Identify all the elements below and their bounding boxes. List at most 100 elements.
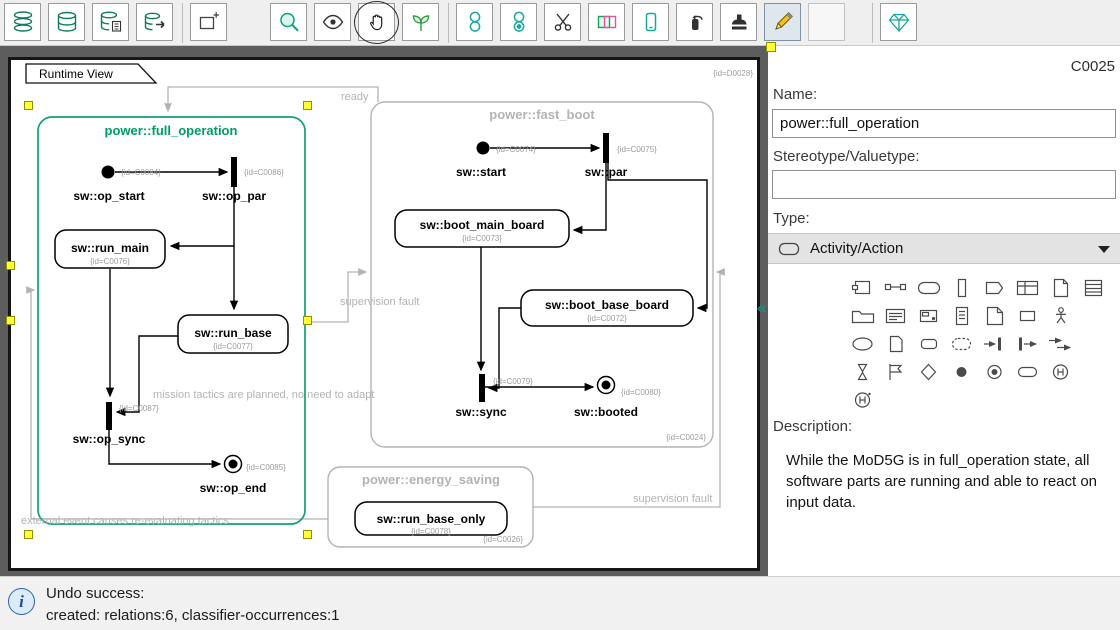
fork-transition-icon[interactable]: [1013, 332, 1043, 356]
name-input[interactable]: [772, 109, 1116, 138]
node-label: sw::op_start: [73, 189, 144, 203]
db-layers-2-button[interactable]: [48, 3, 85, 41]
gem-button[interactable]: [880, 3, 917, 41]
palette-row: [848, 360, 1079, 384]
fork-bar-par[interactable]: [603, 133, 609, 163]
state-title: power::fast_boot: [489, 107, 595, 122]
cut-button[interactable]: [544, 3, 581, 41]
node-label: sw::run_base: [194, 326, 272, 340]
rounded-state-icon[interactable]: [1013, 360, 1043, 384]
frame-icon[interactable]: [848, 276, 878, 300]
db-save-button[interactable]: [92, 3, 129, 41]
initial-node-start[interactable]: [477, 142, 490, 155]
palette-row: [848, 304, 1079, 328]
hourglass-outline-button[interactable]: [456, 3, 493, 41]
stereotype-input[interactable]: [772, 170, 1116, 199]
overlay-rects-icon: [595, 10, 619, 34]
overlay-rects-button[interactable]: [588, 3, 625, 41]
selection-handle[interactable]: [24, 530, 33, 539]
info-icon: i: [8, 588, 35, 615]
join-bar-op-sync[interactable]: [106, 402, 112, 430]
list-icon[interactable]: [1079, 276, 1109, 300]
ellipse-icon[interactable]: [848, 332, 878, 356]
new-frame-button[interactable]: [190, 3, 227, 41]
node-label: sw::run_base_only: [377, 512, 486, 526]
id-label: {id=D0028}: [713, 69, 753, 78]
signal-icon[interactable]: [980, 276, 1010, 300]
mobile-device-button[interactable]: [632, 3, 669, 41]
mobile-device-icon: [639, 10, 663, 34]
hourglass-shape-icon[interactable]: [848, 360, 878, 384]
double-transition-icon[interactable]: [1046, 332, 1076, 356]
properties-panel: C0025 Name: Stereotype/Valuetype: Type: …: [768, 46, 1120, 576]
db-export-button[interactable]: [136, 3, 173, 41]
db-export-icon: [143, 10, 167, 34]
node-label: sw::booted: [574, 405, 638, 419]
empty-slot-button[interactable]: [808, 3, 845, 41]
view-tab[interactable]: Runtime View: [25, 63, 165, 84]
status-bar: i Undo success: created: relations:6, cl…: [0, 576, 1120, 630]
document-icon[interactable]: [947, 304, 977, 328]
join-bar-sync[interactable]: [479, 374, 485, 402]
db-layers-icon: [11, 10, 35, 34]
initial-node-icon[interactable]: [947, 360, 977, 384]
action-icon[interactable]: [914, 332, 944, 356]
seedling-button[interactable]: [402, 3, 439, 41]
table-icon[interactable]: [1013, 276, 1043, 300]
type-dropdown[interactable]: Activity/Action: [768, 233, 1120, 264]
labeled-box-icon[interactable]: [914, 304, 944, 328]
panel-collapse-icon[interactable]: «: [757, 298, 766, 318]
hourglass-alt-button[interactable]: [500, 3, 537, 41]
description-text[interactable]: While the MoD5G is in full_operation sta…: [786, 450, 1108, 513]
pan-button[interactable]: [358, 3, 395, 41]
node-label: sw::par: [585, 165, 628, 179]
final-node-op-end-dot: [229, 460, 238, 469]
fork-bar-op-par[interactable]: [231, 157, 237, 187]
folder-icon[interactable]: [848, 304, 878, 328]
visibility-button[interactable]: [314, 3, 351, 41]
stamp-button[interactable]: [720, 3, 757, 41]
id-label: {id=C0026}: [483, 535, 523, 544]
node-label: sw::op_par: [202, 189, 266, 203]
note-icon[interactable]: [980, 304, 1010, 328]
selection-handle[interactable]: [24, 101, 33, 110]
zoom-button[interactable]: [270, 3, 307, 41]
selection-handle[interactable]: [303, 316, 312, 325]
connector-icon[interactable]: [881, 276, 911, 300]
selection-handle[interactable]: [6, 316, 15, 325]
transition-label: ready: [341, 91, 369, 103]
diagram-page[interactable]: Runtime View: [8, 57, 760, 571]
palette-row: [848, 332, 1079, 356]
small-note-icon[interactable]: [881, 332, 911, 356]
activity-type-icon: [778, 242, 800, 256]
small-box-icon[interactable]: [1013, 304, 1043, 328]
initial-node-op-start[interactable]: [102, 166, 115, 179]
join-transition-icon[interactable]: [980, 332, 1010, 356]
selection-handle[interactable]: [766, 42, 776, 52]
id-label: {id=C0072}: [587, 314, 627, 323]
node-label: sw::op_end: [200, 481, 267, 495]
state-fast-boot[interactable]: [371, 102, 713, 447]
selection-handle[interactable]: [6, 261, 15, 270]
dashed-action-icon[interactable]: [947, 332, 977, 356]
selection-handle[interactable]: [303, 101, 312, 110]
flag-icon[interactable]: [881, 360, 911, 384]
partition-icon[interactable]: [947, 276, 977, 300]
history-icon[interactable]: [1046, 360, 1076, 384]
shallow-history-icon[interactable]: [848, 388, 878, 412]
actor-icon[interactable]: [1046, 304, 1076, 328]
diagram-canvas[interactable]: power::full_operation power::fast_boot p…: [11, 60, 757, 568]
final-node-icon[interactable]: [980, 360, 1010, 384]
edit-pencil-button[interactable]: [764, 3, 801, 41]
toolbar-separator: [182, 3, 183, 43]
selection-handle[interactable]: [303, 530, 312, 539]
page-icon[interactable]: [1046, 276, 1076, 300]
db-layers-button[interactable]: [4, 3, 41, 41]
decision-icon[interactable]: [914, 360, 944, 384]
pencil-icon: [771, 10, 795, 34]
extinguisher-button[interactable]: [676, 3, 713, 41]
text-block-icon[interactable]: [881, 304, 911, 328]
transition-bootbase-sync[interactable]: [489, 308, 521, 388]
wide-activity-icon[interactable]: [914, 276, 944, 300]
transition-par-bootbase[interactable]: [608, 163, 707, 308]
